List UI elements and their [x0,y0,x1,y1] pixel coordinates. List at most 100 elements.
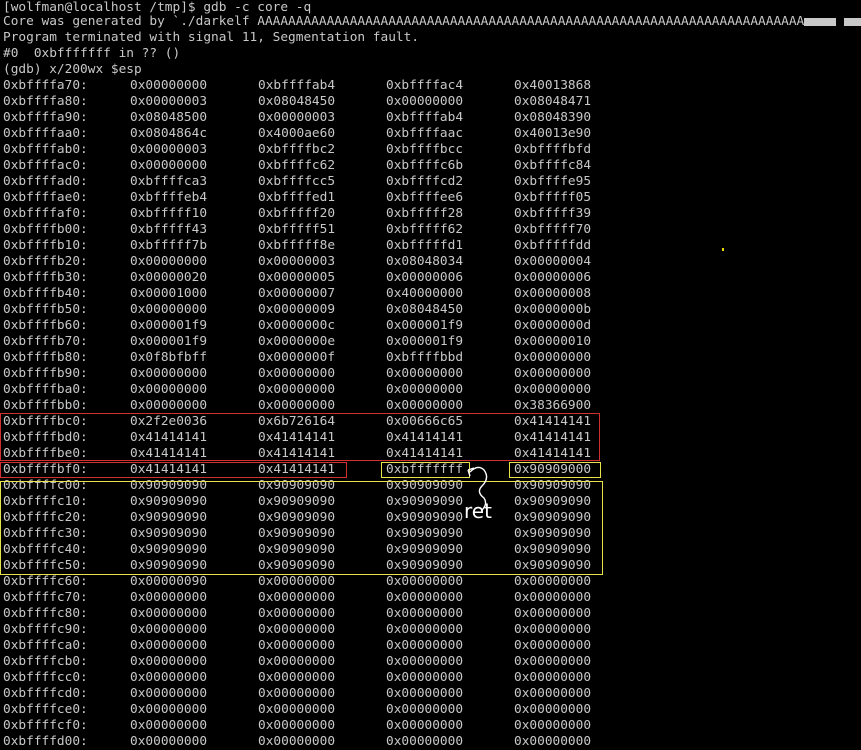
memory-word: 0x00000000 [514,702,592,717]
memory-address: 0xbffffa80: [3,94,88,109]
memory-word: 0x08048471 [514,94,592,109]
memory-word: 0x08048390 [514,110,592,125]
memory-word: 0x00000020 [130,270,208,285]
memory-word: 0xbfffff43 [130,222,208,237]
memory-word: 0x00000000 [258,718,336,733]
memory-word: 0x00000000 [130,158,208,173]
memory-address: 0xbffffb10: [3,238,88,253]
memory-word: 0x00000000 [514,718,592,733]
memory-word: 0x00000000 [130,366,208,381]
memory-word: 0x0000000c [258,318,336,333]
memory-word: 0x00000000 [130,302,208,317]
memory-word: 0x00000005 [258,270,336,285]
memory-word: 0x00000000 [258,702,336,717]
memory-word: 0xbffffac4 [386,78,464,93]
memory-word: 0xbfffff62 [386,222,464,237]
memory-word: 0x00000000 [258,638,336,653]
memory-word: 0xbffffca3 [130,174,208,189]
memory-word: 0x000001f9 [130,334,208,349]
memory-word: 0x08048450 [386,302,464,317]
memory-word: 0xbfffffd1 [386,238,464,253]
ret-address-box [381,462,470,478]
memory-address: 0xbffffc60: [3,574,88,589]
memory-word: 0x00000000 [258,382,336,397]
memory-address: 0xbffffb80: [3,350,88,365]
memory-word: 0x00000000 [514,638,592,653]
memory-word: 0x00000000 [258,670,336,685]
memory-word: 0x0000000b [514,302,592,317]
memory-word: 0x00000009 [258,302,336,317]
memory-word: 0x00000000 [514,574,592,589]
buffer-highlight-box [0,413,600,461]
memory-word: 0xbfffff05 [514,190,592,205]
memory-address: 0xbffffb30: [3,270,88,285]
memory-word: 0xbffffaac [386,126,464,141]
memory-word: 0x00000000 [514,350,592,365]
memory-word: 0x00000000 [514,366,592,381]
memory-word: 0x00000000 [386,606,464,621]
nop-start-box [509,462,601,478]
memory-word: 0xbfffff28 [386,206,464,221]
memory-word: 0xbffffbcc [386,142,464,157]
memory-word: 0x00000006 [514,270,592,285]
frame-line: #0 0xbfffffff in ?? () [3,46,181,61]
yellow-dot-artifact [722,248,724,251]
memory-word: 0x40013e90 [514,126,592,141]
memory-address: 0xbffffcc0: [3,670,88,685]
memory-word: 0x00000000 [386,702,464,717]
memory-address: 0xbffffb40: [3,286,88,301]
memory-word: 0x00000000 [130,686,208,701]
memory-word: 0x4000ae60 [258,126,336,141]
memory-word: 0x00000000 [514,686,592,701]
memory-word: 0x00000000 [130,734,208,749]
memory-word: 0xbffffc6b [386,158,464,173]
memory-address: 0xbffffb70: [3,334,88,349]
memory-word: 0x0000000f [258,350,336,365]
buffer-highlight-box-tail [0,462,347,478]
memory-word: 0x00000000 [130,78,208,93]
memory-address: 0xbffffcb0: [3,654,88,669]
memory-word: 0xbfffff8e [258,238,336,253]
memory-word: 0x00000000 [258,622,336,637]
memory-word: 0x00000007 [258,286,336,301]
memory-word: 0x00000006 [386,270,464,285]
memory-address: 0xbffffaf0: [3,206,88,221]
memory-word: 0x00000000 [130,670,208,685]
memory-word: 0x40013868 [514,78,592,93]
memory-word: 0xbfffff20 [258,206,336,221]
memory-word: 0x00000008 [514,286,592,301]
memory-address: 0xbffffce0: [3,702,88,717]
memory-word: 0x00000000 [258,366,336,381]
memory-address: 0xbffffbb0: [3,398,88,413]
memory-word: 0x00000000 [130,702,208,717]
memory-address: 0xbffffc90: [3,622,88,637]
memory-address: 0xbffffad0: [3,174,88,189]
memory-word: 0xbfffff39 [514,206,592,221]
core-line-text: Core was generated by `./darkelf AAAAAAA… [3,14,805,29]
memory-word: 0x00000000 [386,366,464,381]
memory-word: 0x00000003 [258,110,336,125]
memory-word: 0x00000000 [386,638,464,653]
memory-word: 0xbffffed1 [258,190,336,205]
terminal-window[interactable]: [wolfman@localhost /tmp]$ gdb -c core -q… [0,0,861,749]
memory-word: 0x00000000 [258,734,336,749]
memory-word: 0x0000000e [258,334,336,349]
memory-word: 0xbffffc84 [514,158,592,173]
memory-word: 0x00000000 [386,574,464,589]
memory-word: 0xbffffc62 [258,158,336,173]
memory-word: 0xbffffeb4 [130,190,208,205]
memory-word: 0x00000010 [514,334,592,349]
memory-word: 0x00001000 [130,286,208,301]
memory-word: 0x000001f9 [386,318,464,333]
memory-address: 0xbffffb90: [3,366,88,381]
memory-word: 0x00000000 [386,590,464,605]
ret-label: ret [464,499,492,523]
memory-word: 0x00000000 [386,382,464,397]
core-generated-line: Core was generated by `./darkelf AAAAAAA… [3,14,861,30]
redacted-bar [804,17,837,26]
memory-word: 0x00000000 [386,398,464,413]
memory-address: 0xbffffb50: [3,302,88,317]
memory-word: 0x00000003 [130,94,208,109]
memory-word: 0xbfffffdd [514,238,592,253]
memory-word: 0x00000000 [258,590,336,605]
